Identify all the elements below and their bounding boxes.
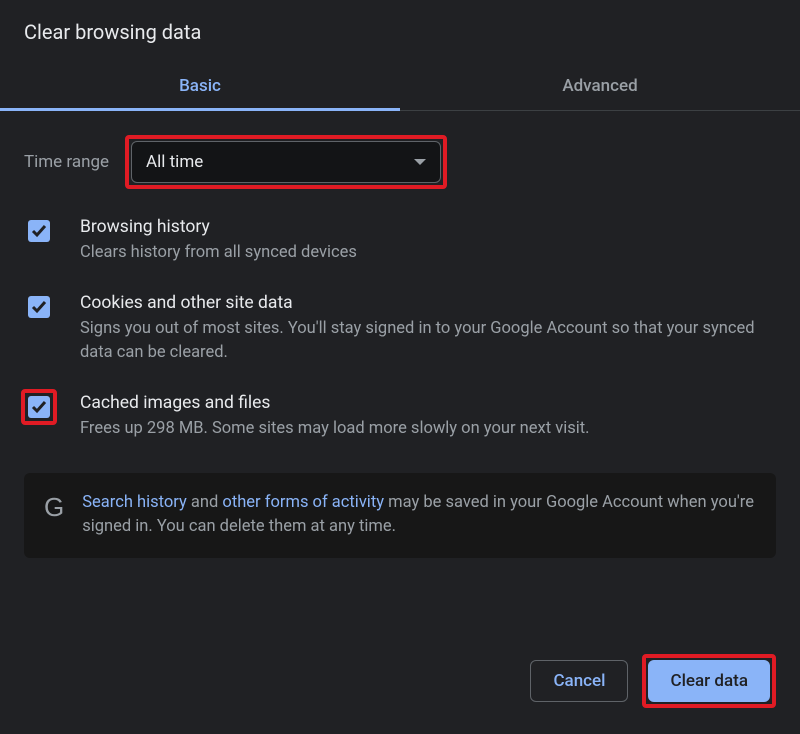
checkbox-cookies[interactable]	[28, 296, 50, 318]
time-range-select[interactable]: All time	[131, 141, 441, 183]
option-title: Browsing history	[80, 217, 776, 237]
clear-data-highlight: Clear data	[642, 654, 776, 708]
other-activity-link[interactable]: other forms of activity	[222, 493, 384, 512]
clear-data-button[interactable]: Clear data	[648, 660, 770, 702]
checkbox-cache[interactable]	[28, 396, 50, 418]
chevron-down-icon	[414, 159, 426, 165]
check-icon	[31, 399, 47, 415]
tab-basic[interactable]: Basic	[0, 62, 400, 110]
option-description: Signs you out of most sites. You'll stay…	[80, 317, 776, 365]
google-account-notice: G Search history and other forms of acti…	[24, 473, 776, 559]
check-icon	[31, 223, 47, 239]
option-cookies: Cookies and other site data Signs you ou…	[24, 293, 776, 365]
time-range-highlight: All time	[125, 135, 447, 189]
option-description: Clears history from all synced devices	[80, 241, 776, 265]
option-description: Frees up 298 MB. Some sites may load mor…	[80, 417, 776, 441]
clear-browsing-data-dialog: Clear browsing data Basic Advanced Time …	[0, 0, 800, 734]
option-title: Cookies and other site data	[80, 293, 776, 313]
search-history-link[interactable]: Search history	[82, 493, 187, 512]
checkbox-browsing-history[interactable]	[28, 220, 50, 242]
check-icon	[31, 299, 47, 315]
option-title: Cached images and files	[80, 393, 776, 413]
dialog-buttons: Cancel Clear data	[530, 654, 776, 708]
option-browsing-history: Browsing history Clears history from all…	[24, 217, 776, 265]
google-g-icon: G	[44, 491, 64, 520]
time-range-value: All time	[146, 152, 203, 172]
option-cache: Cached images and files Frees up 298 MB.…	[24, 393, 776, 441]
cancel-button[interactable]: Cancel	[530, 660, 628, 702]
time-range-row: Time range All time	[24, 135, 776, 189]
dialog-title: Clear browsing data	[24, 20, 776, 62]
time-range-label: Time range	[24, 152, 109, 172]
notice-text: Search history and other forms of activi…	[82, 491, 756, 541]
checkbox-cache-highlight	[21, 389, 57, 425]
tabs: Basic Advanced	[0, 62, 800, 111]
tab-advanced[interactable]: Advanced	[400, 62, 800, 110]
